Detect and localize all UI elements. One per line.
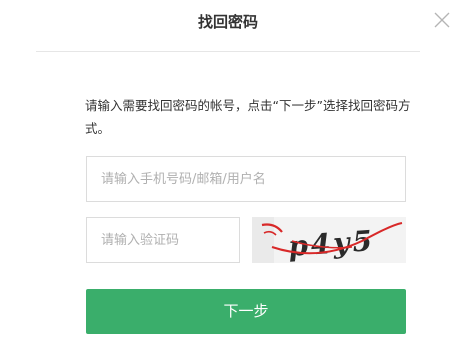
- find-password-dialog: 找回密码 请输入需要找回密码的帐号，点击“下一步”选择找回密码方式。 p4y5 …: [0, 0, 455, 361]
- dialog-title: 找回密码: [197, 13, 258, 31]
- captcha-image[interactable]: p4y5: [252, 217, 406, 263]
- next-step-button[interactable]: 下一步: [86, 289, 406, 334]
- close-icon[interactable]: [433, 11, 451, 29]
- account-input[interactable]: [86, 156, 406, 202]
- verification-code-input[interactable]: [86, 217, 240, 263]
- instruction-text: 请输入需要找回密码的帐号，点击“下一步”选择找回密码方式。: [85, 98, 411, 136]
- dialog-header: 找回密码: [36, 0, 420, 52]
